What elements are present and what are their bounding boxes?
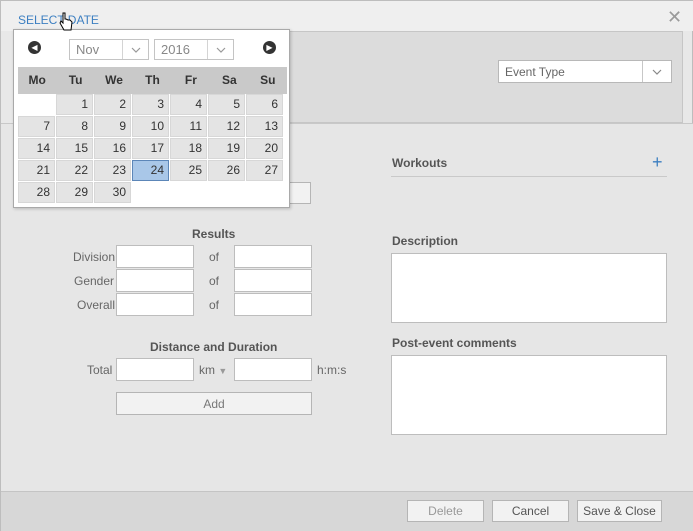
- comments-title: Post-event comments: [392, 336, 517, 350]
- time-unit-label: h:m:s: [317, 363, 347, 377]
- add-button[interactable]: Add: [116, 392, 312, 415]
- cancel-button[interactable]: Cancel: [492, 500, 569, 522]
- workouts-title: Workouts: [392, 156, 448, 170]
- day-cell[interactable]: 4: [170, 94, 207, 115]
- year-select[interactable]: 2016: [154, 39, 234, 60]
- chevron-down-icon: [122, 40, 148, 59]
- day-cell[interactable]: 3: [132, 94, 169, 115]
- day-cell[interactable]: 1: [56, 94, 93, 115]
- day-cell[interactable]: 28: [18, 182, 55, 203]
- chevron-down-icon: [642, 61, 671, 82]
- description-title: Description: [392, 234, 459, 248]
- hand-cursor-icon: [59, 12, 73, 31]
- empty-day-cell: [170, 182, 207, 203]
- comments-textarea[interactable]: [391, 355, 667, 435]
- month-value: Nov: [76, 42, 100, 57]
- month-select[interactable]: Nov: [69, 39, 149, 60]
- day-cell[interactable]: 6: [246, 94, 283, 115]
- description-textarea[interactable]: [391, 253, 667, 323]
- day-grid: 1 2 3 4 5 6 7 8 9 10 11 12 13 14 15 16 17 18 19 20 21 22 23 24 2…: [18, 94, 287, 204]
- gender-of-label: of: [209, 274, 220, 288]
- day-cell[interactable]: 20: [246, 138, 283, 159]
- delete-button[interactable]: Delete: [407, 500, 484, 522]
- division-of-label: of: [209, 250, 220, 264]
- selected-day-cell[interactable]: 24: [132, 160, 169, 181]
- overall-of-label: of: [209, 298, 220, 312]
- date-picker: ◀ Nov 2016 ▶ Mo Tu We Th Fr Sa Su 1 2 3 4 5 6 7 8 9 10 1…: [13, 29, 290, 208]
- division-place-input[interactable]: [116, 245, 194, 268]
- day-cell[interactable]: 16: [94, 138, 131, 159]
- day-cell[interactable]: 12: [208, 116, 245, 137]
- day-cell[interactable]: 19: [208, 138, 245, 159]
- day-cell[interactable]: 23: [94, 160, 131, 181]
- day-cell[interactable]: 18: [170, 138, 207, 159]
- empty-day-cell: [208, 182, 245, 203]
- day-cell[interactable]: 11: [170, 116, 207, 137]
- weekday-label: Su: [260, 73, 276, 87]
- day-cell[interactable]: 25: [170, 160, 207, 181]
- caret-down-icon: ▼: [218, 366, 228, 376]
- dialog-top-strip: [1, 1, 693, 31]
- year-value: 2016: [161, 42, 190, 57]
- event-dialog: ✕ SELECT DATE Event Type Results Divisio…: [0, 0, 693, 531]
- unit-select[interactable]: km ▼: [199, 363, 227, 377]
- gender-place-input[interactable]: [116, 269, 194, 292]
- empty-day-cell: [132, 182, 169, 203]
- division-label: Division: [73, 250, 116, 264]
- close-icon[interactable]: ✕: [667, 7, 682, 28]
- chevron-down-icon: [207, 40, 233, 59]
- week-row: 7 8 9 10 11 12 13: [18, 116, 287, 138]
- day-cell[interactable]: 13: [246, 116, 283, 137]
- weekday-label: Tu: [68, 73, 83, 87]
- day-cell[interactable]: 5: [208, 94, 245, 115]
- next-month-icon[interactable]: ▶: [263, 41, 276, 54]
- unit-value: km: [199, 363, 215, 377]
- date-picker-nav: ◀ Nov 2016 ▶: [14, 30, 289, 66]
- gender-label: Gender: [74, 274, 115, 288]
- overall-total-input[interactable]: [234, 293, 312, 316]
- day-cell[interactable]: 27: [246, 160, 283, 181]
- distance-input[interactable]: [116, 358, 194, 381]
- weekday-label: Sa: [221, 73, 237, 87]
- division-total-input[interactable]: [234, 245, 312, 268]
- day-cell[interactable]: 7: [18, 116, 55, 137]
- weekday-label: Fr: [184, 73, 197, 87]
- overall-place-input[interactable]: [116, 293, 194, 316]
- prev-month-icon[interactable]: ◀: [28, 41, 41, 54]
- day-cell[interactable]: 14: [18, 138, 55, 159]
- overall-label: Overall: [77, 298, 116, 312]
- results-title: Results: [192, 227, 236, 241]
- empty-day-cell: [246, 182, 283, 203]
- duration-input[interactable]: [234, 358, 312, 381]
- week-row: 123456: [18, 94, 287, 116]
- event-type-value: Event Type: [505, 64, 565, 79]
- day-cell[interactable]: 22: [56, 160, 93, 181]
- weekday-label: We: [105, 73, 123, 87]
- day-cell[interactable]: 9: [94, 116, 131, 137]
- weekday-header: Mo Tu We Th Fr Sa Su: [18, 67, 287, 94]
- distance-title: Distance and Duration: [150, 340, 278, 354]
- day-cell[interactable]: 29: [56, 182, 93, 203]
- total-label: Total: [87, 363, 113, 377]
- week-row: 28 29 30: [18, 182, 287, 204]
- week-row: 21 22 23 24 25 26 27: [18, 160, 287, 182]
- weekday-label: Mo: [28, 73, 46, 87]
- day-cell[interactable]: 30: [94, 182, 131, 203]
- empty-day-cell: [18, 94, 55, 115]
- save-close-button[interactable]: Save & Close: [577, 500, 662, 522]
- day-cell[interactable]: 8: [56, 116, 93, 137]
- gender-total-input[interactable]: [234, 269, 312, 292]
- day-cell[interactable]: 26: [208, 160, 245, 181]
- day-cell[interactable]: 10: [132, 116, 169, 137]
- add-workout-icon[interactable]: +: [652, 152, 663, 173]
- workouts-divider: [391, 176, 667, 177]
- day-cell[interactable]: 17: [132, 138, 169, 159]
- weekday-label: Th: [145, 73, 160, 87]
- day-cell[interactable]: 21: [18, 160, 55, 181]
- day-cell[interactable]: 2: [94, 94, 131, 115]
- day-cell[interactable]: 15: [56, 138, 93, 159]
- event-type-select[interactable]: Event Type: [498, 60, 672, 83]
- week-row: 14 15 16 17 18 19 20: [18, 138, 287, 160]
